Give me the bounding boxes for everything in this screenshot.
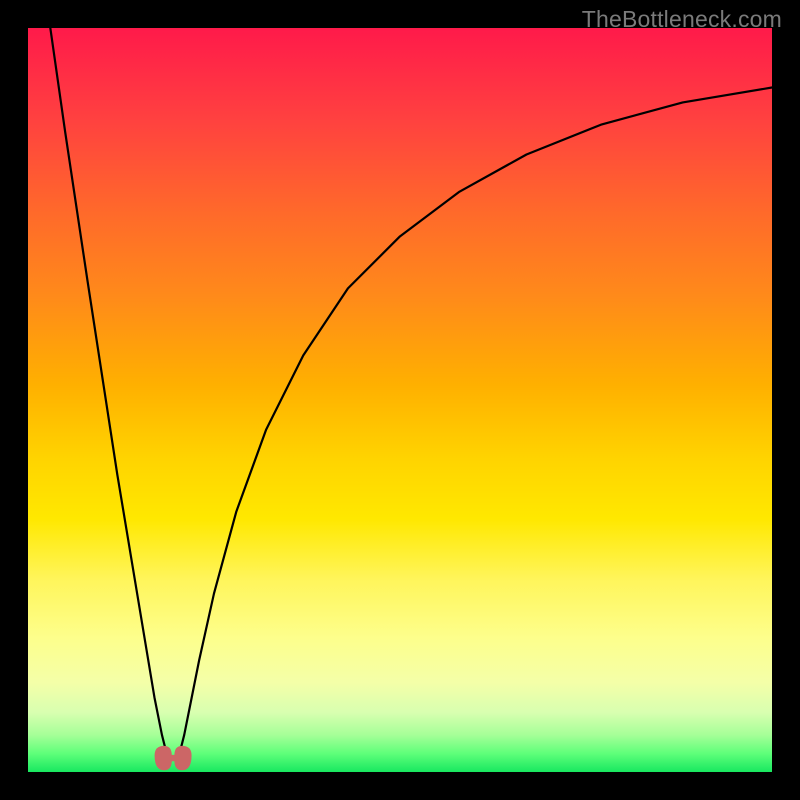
chart-canvas [28,28,772,772]
bottleneck-gradient-background [28,28,772,772]
